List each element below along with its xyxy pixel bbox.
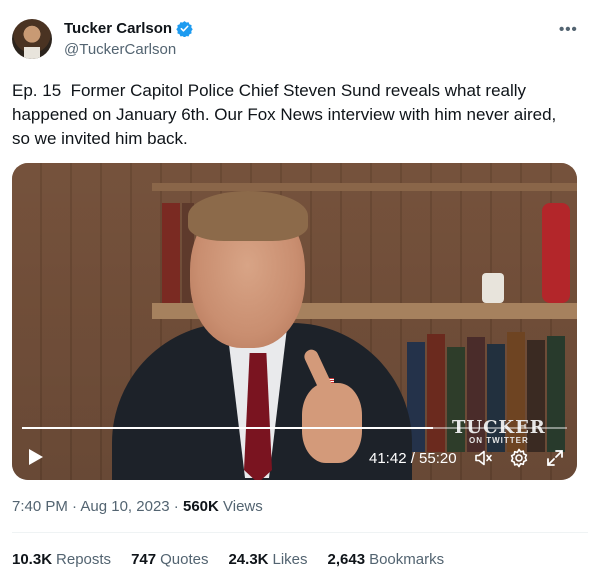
bookmarks-label: Bookmarks <box>369 551 445 568</box>
tweet-meta: 7:40 PM · Aug 10, 2023 · 560K Views <box>12 498 263 515</box>
video-watermark: TUCKER ON TWITTER <box>452 417 546 445</box>
views-count: 560K <box>182 498 219 515</box>
video-frame-person <box>92 183 432 480</box>
likes-count: 24.3K <box>228 551 269 568</box>
avatar[interactable] <box>12 19 52 59</box>
likes-label: Likes <box>272 551 308 568</box>
video-time: 41:42 / 55:20 <box>369 450 457 467</box>
more-options-icon[interactable]: ••• <box>559 21 578 38</box>
reposts-stat[interactable]: 10.3K Reposts <box>12 551 111 568</box>
views-label: Views <box>223 498 263 515</box>
tweet-time[interactable]: 7:40 PM <box>12 498 68 515</box>
video-player[interactable]: TUCKER ON TWITTER 41:42 / 55:20 <box>12 163 577 480</box>
tweet-text: Ep. 15 Former Capitol Police Chief Steve… <box>12 81 562 148</box>
tweet-date[interactable]: Aug 10, 2023 <box>80 498 169 515</box>
quotes-stat[interactable]: 747 Quotes <box>131 551 208 568</box>
quotes-count: 747 <box>131 551 157 568</box>
author-name-text[interactable]: Tucker Carlson <box>64 20 172 37</box>
engagement-stats: 10.3K Reposts 747 Quotes 24.3K Likes 2,643 B… <box>12 551 444 568</box>
video-progress-bar[interactable] <box>22 427 567 429</box>
verified-badge-icon <box>176 21 193 37</box>
settings-gear-icon[interactable] <box>509 448 529 468</box>
author-handle[interactable]: @TuckerCarlson <box>64 41 176 58</box>
meta-separator: · <box>67 498 81 515</box>
author-name[interactable]: Tucker Carlson <box>64 20 193 37</box>
likes-stat[interactable]: 24.3K Likes <box>228 551 307 568</box>
bookmarks-stat[interactable]: 2,643 Bookmarks <box>328 551 445 568</box>
volume-icon[interactable] <box>473 448 493 468</box>
fullscreen-icon[interactable] <box>545 448 565 468</box>
play-icon[interactable] <box>28 448 44 466</box>
quotes-label: Quotes <box>160 551 209 568</box>
divider <box>12 532 588 533</box>
reposts-count: 10.3K <box>12 551 53 568</box>
bookmarks-count: 2,643 <box>327 551 366 568</box>
video-progress-fill <box>22 427 433 429</box>
meta-separator: · <box>169 498 183 515</box>
reposts-label: Reposts <box>56 551 112 568</box>
